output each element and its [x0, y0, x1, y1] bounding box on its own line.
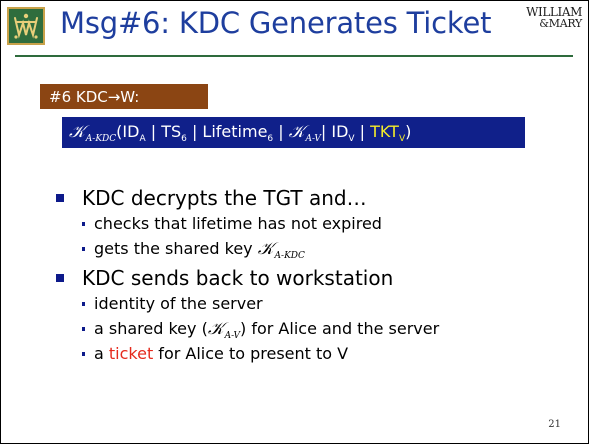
slide-title: Msg#6: KDC Generates Ticket [60, 6, 492, 40]
subbullet-text: a ticket for Alice to present to V [94, 344, 349, 363]
square-bullet-icon [56, 274, 64, 282]
page-number: 21 [548, 419, 561, 430]
ticket-formula: 𝒦A-KDC(IDA | TS6 | Lifetime6 | 𝒦A-V| IDV… [62, 117, 525, 148]
message-label: #6 KDC→W: [40, 84, 208, 109]
formula-lifetime: | Lifetime [186, 122, 268, 141]
key-a-kdc-symbol: 𝒦A-KDC [257, 239, 305, 261]
subbullet-text: identity of the server [94, 294, 263, 313]
key-a-v-subscript: A-V [305, 134, 321, 144]
subbullet-text: gets the shared key 𝒦A-KDC [94, 239, 305, 261]
formula-id-v: | ID [320, 122, 349, 141]
ticket-tkt-v: TKTV [370, 122, 406, 144]
bullet-text: KDC decrypts the TGT and… [82, 186, 367, 210]
william-and-mary-logo: WILLIAM &MARY [526, 6, 582, 30]
key-a-v-symbol: 𝒦A-V [288, 122, 321, 144]
small-bullet-icon [82, 352, 85, 356]
small-bullet-icon [82, 222, 85, 226]
small-bullet-icon [82, 247, 85, 251]
key-a-kdc-symbol: 𝒦A-KDC [69, 122, 117, 144]
square-bullet-icon [56, 194, 64, 202]
formula-ts: | TS [145, 122, 182, 141]
bullet-text: KDC sends back to workstation [82, 266, 394, 290]
college-crest-icon [7, 7, 45, 45]
key-a-v-symbol: 𝒦A-V [207, 319, 241, 341]
key-a-kdc-subscript: A-KDC [85, 134, 117, 144]
brand-line-2: &MARY [539, 17, 582, 30]
subbullet-text: a shared key (𝒦A-V) for Alice and the se… [94, 319, 440, 341]
formula-close-paren: ) [405, 122, 412, 141]
subbullet-text: checks that lifetime has not expired [94, 214, 382, 233]
header-divider [15, 55, 573, 57]
formula-separator-2: | [354, 122, 371, 141]
ticket-highlight-word: ticket [108, 344, 154, 363]
small-bullet-icon [82, 327, 85, 331]
formula-separator: | [273, 122, 289, 141]
small-bullet-icon [82, 302, 85, 306]
formula-id-a: (ID [116, 122, 140, 141]
